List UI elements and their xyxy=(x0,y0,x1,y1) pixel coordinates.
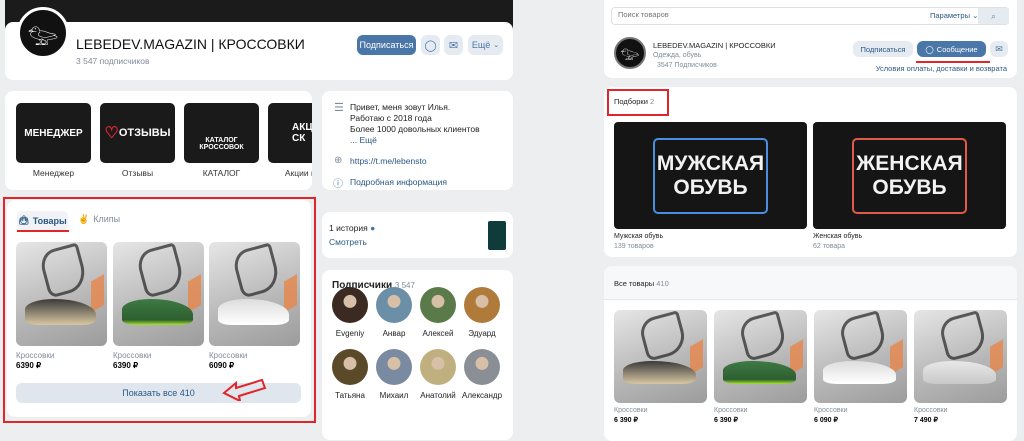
search-input[interactable] xyxy=(618,10,868,19)
description-line: Работаю с 2018 года xyxy=(350,113,432,123)
follower-name[interactable]: Анвар xyxy=(369,329,419,338)
product-search[interactable]: Параметры ⌄ ⌕ xyxy=(611,7,1009,25)
cover-label: КАТАЛОГ xyxy=(202,168,241,178)
subscribe-button[interactable]: Подписаться xyxy=(357,35,416,55)
group-category: Одежда, обувь xyxy=(653,52,702,59)
description-line: Более 1000 довольных клиентов xyxy=(350,124,480,134)
globe-icon: ⊕ xyxy=(334,155,343,166)
collection-name[interactable]: Мужская обувь xyxy=(614,233,663,240)
cover-manager[interactable]: МЕНЕДЖЕР xyxy=(16,103,91,163)
goods-highlight-box xyxy=(3,197,316,423)
mail-button[interactable]: ✉ xyxy=(990,41,1008,57)
stories-card: 1 история ● Смотреть xyxy=(322,212,513,258)
collections-highlight-box xyxy=(607,89,669,116)
collection-name[interactable]: Женская обувь xyxy=(813,233,862,240)
cover-text: ОТЗЫВЫ xyxy=(118,127,171,139)
product-price: 7 490 ₽ xyxy=(914,417,938,424)
product-price: 6 090 ₽ xyxy=(814,417,838,424)
product-image[interactable] xyxy=(814,310,907,403)
chat-bubble-icon: ◯ xyxy=(424,39,437,52)
collection-mens[interactable]: МУЖСКАЯ ОБУВЬ xyxy=(614,122,807,229)
info-icon: ⓘ xyxy=(333,179,343,190)
description-line: Привет, меня зовут Илья. xyxy=(350,102,451,112)
description-icon: ☰ xyxy=(334,102,344,114)
follower-avatar[interactable] xyxy=(376,349,412,385)
info-card: ☰ Привет, меня зовут Илья. Работаю с 201… xyxy=(322,91,513,190)
follower-name[interactable]: Эдуард xyxy=(457,329,507,338)
follower-name[interactable]: Михаил xyxy=(369,391,419,400)
covers-card: МЕНЕДЖЕР ♡ОТЗЫВЫ КАТАЛОГ КРОССОВОК АКЦИИ… xyxy=(5,91,312,190)
swan-logo-icon: 𓅰 xyxy=(620,47,640,64)
collection-womens[interactable]: ЖЕНСКАЯ ОБУВЬ xyxy=(813,122,1006,229)
message-underline-annotation xyxy=(916,61,990,63)
cover-reviews[interactable]: ♡ ОТЗЫВЫ xyxy=(100,103,175,163)
heart-icon: ♡ xyxy=(104,125,119,142)
collection-count: 139 товаров xyxy=(614,243,654,250)
more-label: Ещё xyxy=(471,40,491,50)
website-link[interactable]: https://t.me/lebensto xyxy=(350,156,427,166)
product-name: Кроссовки xyxy=(814,407,848,414)
collection-count: 62 товара xyxy=(813,243,846,250)
follower-avatar[interactable] xyxy=(420,287,456,323)
cover-label: Отзывы xyxy=(121,168,154,178)
product-name: Кроссовки xyxy=(614,407,648,414)
follower-avatar[interactable] xyxy=(420,349,456,385)
chevron-down-icon: ⌄ xyxy=(493,42,500,49)
collection-image-text: МУЖСКАЯ ОБУВЬ xyxy=(653,137,768,214)
product-price: 6 390 ₽ xyxy=(614,417,638,424)
follower-name[interactable]: Татьяна xyxy=(325,391,375,400)
search-icon: ⌕ xyxy=(990,10,997,21)
chat-button[interactable]: ◯ xyxy=(421,35,440,55)
cover-label: Менеджер xyxy=(32,168,75,178)
subscribe-button[interactable]: Подписаться xyxy=(853,41,913,57)
follower-avatar[interactable] xyxy=(376,287,412,323)
all-goods-title: Все товары 410 xyxy=(614,279,669,288)
more-button[interactable]: Ещё ⌄ xyxy=(468,35,503,55)
params-dropdown[interactable]: Параметры ⌄ xyxy=(930,11,978,20)
group-avatar[interactable]: 𓅰 xyxy=(17,7,69,59)
product-name: Кроссовки xyxy=(714,407,748,414)
cover-label: Акции и ск xyxy=(284,168,312,178)
product-image[interactable] xyxy=(914,310,1007,403)
envelope-icon: ✉ xyxy=(448,39,459,52)
chat-bubble-icon: ◯ xyxy=(925,44,934,54)
collection-image-text: ЖЕНСКАЯ ОБУВЬ xyxy=(852,137,967,214)
conditions-link[interactable]: Условия оплаты, доставки и возврата xyxy=(876,64,1007,73)
message-label: Сообщение xyxy=(936,44,978,54)
stories-count: 1 история ● xyxy=(329,223,376,233)
follower-avatar[interactable] xyxy=(332,287,368,323)
cover-text: КАТАЛОГ КРОССОВОК xyxy=(199,137,244,151)
collections-card: Подборки 2 МУЖСКАЯ ОБУВЬ ЖЕНСКАЯ ОБУВЬ М… xyxy=(604,87,1017,257)
subscriber-count[interactable]: 3 547 подписчиков xyxy=(76,56,149,66)
details-link[interactable]: Подробная информация xyxy=(350,177,447,187)
product-image[interactable] xyxy=(614,310,707,403)
market-header-card: 𓅰 LEBEDEV.MAGAZIN | КРОССОВКИ Одежда, об… xyxy=(604,33,1017,78)
swan-logo-icon: 𓅰 xyxy=(27,21,59,51)
cover-catalog[interactable]: КАТАЛОГ КРОССОВОК xyxy=(184,103,259,163)
envelope-icon: ✉ xyxy=(995,43,1003,54)
cover-text: АКЦИИ И СК xyxy=(292,122,312,144)
stories-view-link[interactable]: Смотреть xyxy=(329,237,367,247)
product-image[interactable] xyxy=(714,310,807,403)
product-name: Кроссовки xyxy=(914,407,948,414)
search-button[interactable]: ⌕ xyxy=(978,8,1009,24)
follower-avatar[interactable] xyxy=(332,349,368,385)
story-thumbnail[interactable] xyxy=(488,221,506,250)
group-title: LEBEDEV.MAGAZIN | КРОССОВКИ xyxy=(76,36,305,52)
product-price: 6 390 ₽ xyxy=(714,417,738,424)
follower-name[interactable]: Александр xyxy=(457,391,507,400)
message-button[interactable]: ✉ xyxy=(444,35,463,55)
follower-name[interactable]: Алексей xyxy=(413,329,463,338)
follower-avatar[interactable] xyxy=(464,349,500,385)
cover-text: МЕНЕДЖЕР xyxy=(24,127,83,139)
follower-name[interactable]: Анатолий xyxy=(413,391,463,400)
follower-avatar[interactable] xyxy=(464,287,500,323)
group-avatar[interactable]: 𓅰 xyxy=(614,37,646,69)
send-message-button[interactable]: ◯ Сообщение xyxy=(917,41,986,57)
description-more-link[interactable]: ... Ещё xyxy=(350,135,480,146)
follower-name[interactable]: Evgeniy xyxy=(325,329,375,338)
group-title[interactable]: LEBEDEV.MAGAZIN | КРОССОВКИ xyxy=(653,41,776,50)
cover-sales[interactable]: АКЦИИ И СК xyxy=(268,103,312,163)
subscriber-count: 3547 Подписчиков xyxy=(657,62,717,69)
